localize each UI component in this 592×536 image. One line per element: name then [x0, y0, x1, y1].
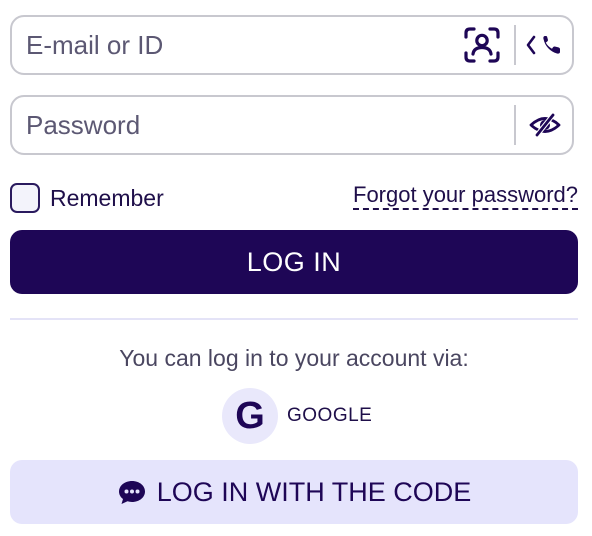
login-button[interactable]: LOG IN: [10, 230, 578, 294]
chat-icon: [117, 478, 147, 506]
forgot-password-link[interactable]: Forgot your password?: [353, 182, 578, 210]
email-field[interactable]: [10, 15, 574, 75]
alternative-login-heading: You can log in to your account via:: [119, 345, 469, 371]
face-id-icon: [464, 27, 500, 63]
google-label: GOOGLE: [287, 405, 373, 426]
google-glyph: G: [235, 395, 265, 437]
switch-to-phone-button[interactable]: [522, 25, 568, 65]
remember-checkbox[interactable]: [10, 183, 40, 213]
login-with-code-label: LOG IN WITH THE CODE: [156, 476, 472, 507]
remember-label[interactable]: Remember: [50, 185, 164, 212]
toggle-password-visibility-button[interactable]: [522, 105, 568, 145]
field-divider: [514, 105, 516, 145]
google-icon: G: [222, 388, 278, 444]
divider: [10, 318, 578, 320]
login-with-code-button[interactable]: LOG IN WITH THE CODE: [10, 460, 578, 524]
remember-row: Remember: [10, 182, 164, 214]
email-input[interactable]: [26, 17, 456, 73]
password-input[interactable]: [26, 97, 506, 153]
password-field[interactable]: [10, 95, 574, 155]
field-divider: [514, 25, 516, 65]
google-login-button[interactable]: G GOOGLE: [222, 388, 372, 444]
eye-icon: [529, 112, 561, 138]
face-id-button[interactable]: [460, 25, 504, 65]
phone-icon: [526, 35, 560, 55]
